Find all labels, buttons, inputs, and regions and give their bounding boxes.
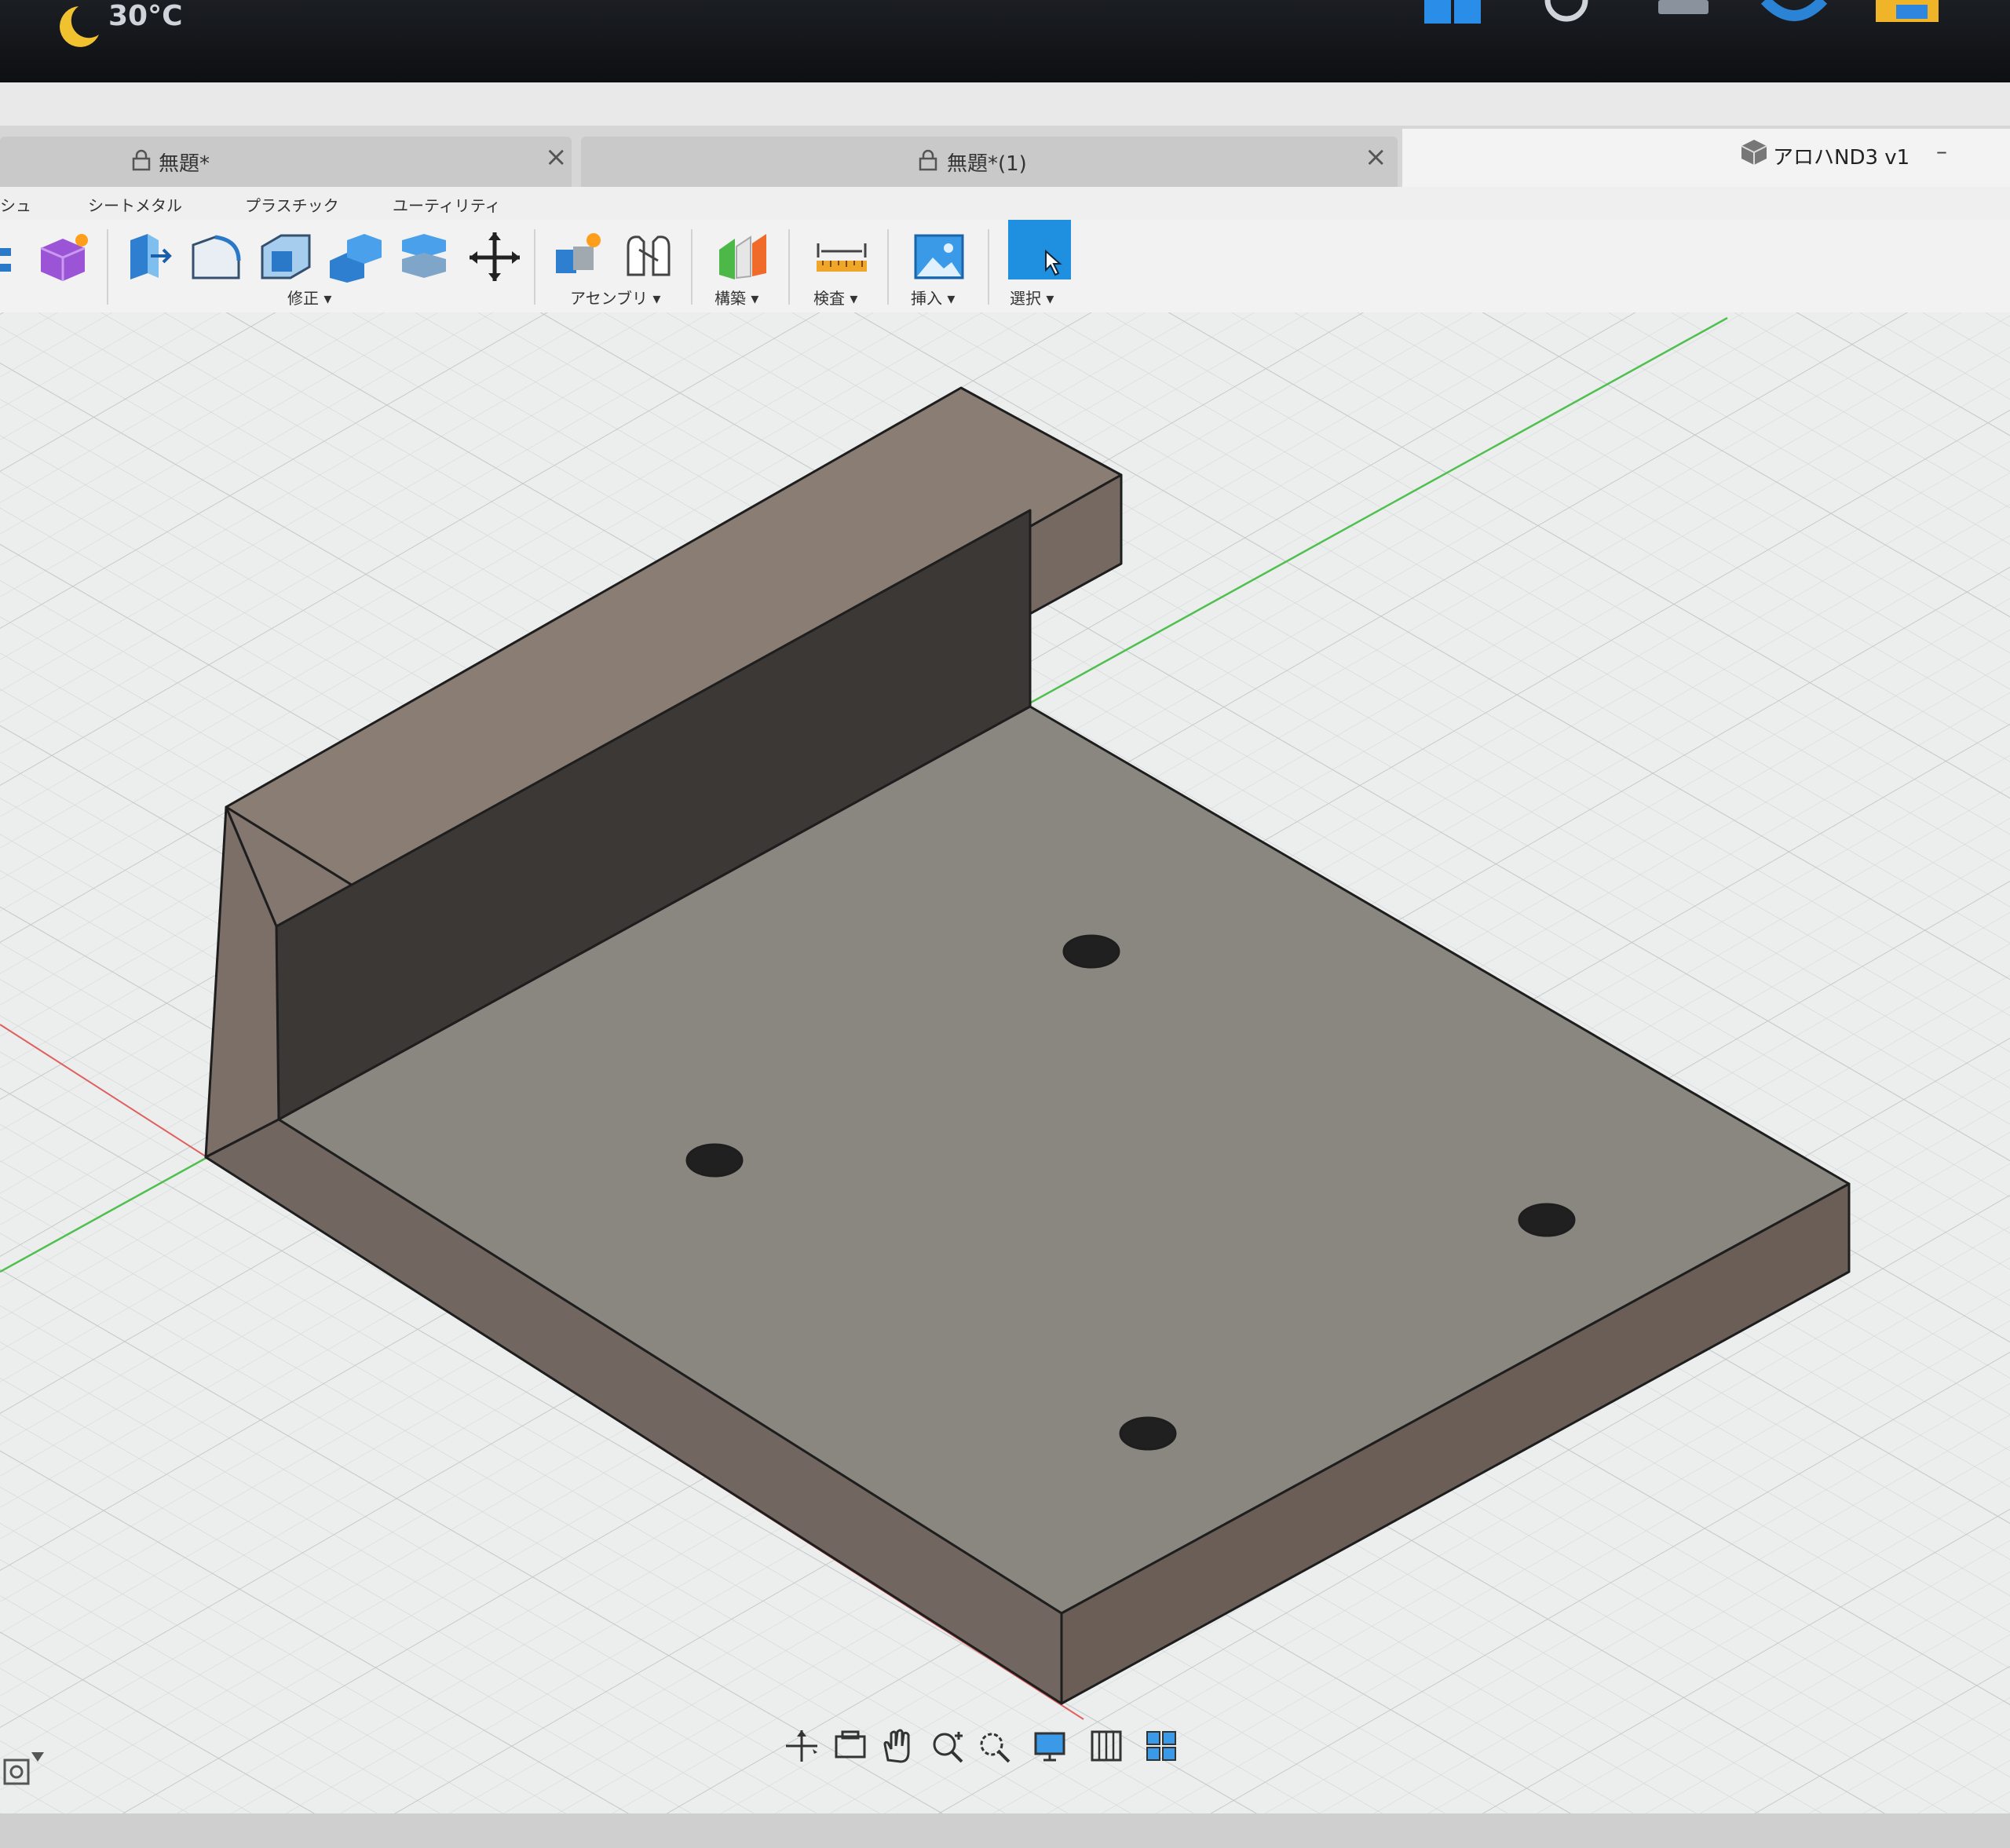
bottom-bezel — [0, 1813, 2010, 1848]
tab-label: 無題* — [159, 152, 210, 176]
canvas-viewport[interactable] — [0, 312, 2010, 1848]
joint-icon[interactable] — [620, 229, 677, 284]
zoom-icon[interactable] — [927, 1726, 968, 1766]
combine-icon[interactable] — [327, 229, 383, 284]
toolbar-separator — [534, 229, 535, 305]
task-view-icon[interactable] — [1657, 0, 1712, 19]
display-settings-icon[interactable] — [1031, 1726, 1072, 1766]
tab-label: 無題*(1) — [947, 152, 1027, 176]
construct-menu[interactable]: 構築 ▾ — [714, 286, 758, 309]
active-document-tab[interactable]: アロハND3 v1 – — [1402, 129, 2010, 187]
pan-icon[interactable] — [877, 1726, 918, 1766]
press-pull-icon[interactable] — [119, 229, 174, 284]
create-form-icon[interactable] — [35, 229, 94, 284]
toolbar-separator — [691, 229, 693, 305]
browser-toggle-icon[interactable] — [0, 1749, 47, 1796]
toolbar-separator — [988, 229, 989, 305]
lock-icon — [919, 149, 937, 171]
tab-utilities[interactable]: ユーティリティ — [393, 193, 501, 216]
window-top-strip — [0, 82, 2010, 126]
hole-4[interactable] — [1119, 1416, 1177, 1451]
close-tab-icon[interactable]: × — [1365, 141, 1387, 173]
windows-start-icon[interactable] — [1421, 0, 1484, 27]
inspect-menu[interactable]: 検査 ▾ — [813, 286, 857, 309]
navigation-bar — [781, 1719, 1205, 1774]
document-title: アロハND3 v1 — [1773, 146, 1910, 170]
component-cube-icon — [1741, 140, 1767, 165]
orbit-icon[interactable] — [781, 1726, 822, 1766]
toolbar: 修正 ▾ アセンブリ ▾ 構築 ▾ 検査 ▾ 挿入 ▾ 選択 ▾ — [0, 220, 2010, 314]
ribbon-tabs: シュ シートメタル プラスチック ユーティリティ — [0, 187, 2010, 220]
file-explorer-icon[interactable] — [1873, 0, 1943, 27]
weather-temperature[interactable]: 30°C — [108, 0, 183, 32]
insert-menu[interactable]: 挿入 ▾ — [911, 286, 955, 309]
insert-image-icon[interactable] — [911, 229, 967, 284]
document-menu-icon[interactable]: – — [1936, 138, 1947, 164]
tab-mesh[interactable]: シュ — [0, 193, 31, 216]
viewports-icon[interactable] — [1142, 1726, 1183, 1766]
lock-icon — [132, 149, 151, 171]
toolbar-separator — [788, 229, 790, 305]
partial-tool-icon[interactable] — [0, 229, 17, 284]
split-body-icon[interactable] — [396, 229, 452, 284]
search-taskbar-icon[interactable] — [1535, 0, 1598, 27]
shell-icon[interactable] — [258, 229, 314, 284]
select-icon[interactable] — [1007, 220, 1073, 283]
3d-scene[interactable] — [0, 312, 2010, 1848]
windows-taskbar: 30°C — [0, 0, 2010, 82]
tab-sheet-metal[interactable]: シートメタル — [88, 193, 182, 216]
fillet-icon[interactable] — [188, 229, 245, 284]
tab-untitled-1[interactable]: 無題*(1) × — [581, 137, 1398, 187]
modify-menu[interactable]: 修正 ▾ — [287, 286, 331, 309]
move-copy-icon[interactable] — [466, 229, 523, 284]
hole-1[interactable] — [1062, 934, 1120, 969]
grid-settings-icon[interactable] — [1087, 1726, 1128, 1766]
toolbar-separator — [107, 229, 108, 305]
look-at-icon[interactable] — [830, 1726, 871, 1766]
edge-browser-icon[interactable] — [1759, 0, 1829, 24]
new-component-icon[interactable] — [550, 229, 606, 284]
tab-plastic[interactable]: プラスチック — [245, 193, 339, 216]
assemble-menu[interactable]: アセンブリ ▾ — [570, 286, 660, 309]
hole-3[interactable] — [1518, 1203, 1576, 1237]
tab-untitled[interactable]: 無題* × — [0, 137, 572, 187]
hole-2[interactable] — [685, 1143, 744, 1178]
measure-icon[interactable] — [813, 229, 870, 284]
select-menu[interactable]: 選択 ▾ — [1010, 286, 1054, 309]
moon-weather-icon — [60, 6, 99, 47]
toolbar-separator — [887, 229, 889, 305]
document-tab-bar: 無題* × 無題*(1) × アロハND3 v1 – — [0, 126, 2010, 187]
screen: 30°C 無題* × 無題*(1) × アロハND3 v1 – シュ シートメタ… — [0, 0, 2010, 1848]
offset-plane-icon[interactable] — [713, 229, 773, 284]
close-tab-icon[interactable]: × — [545, 141, 568, 173]
fit-icon[interactable] — [974, 1726, 1015, 1766]
